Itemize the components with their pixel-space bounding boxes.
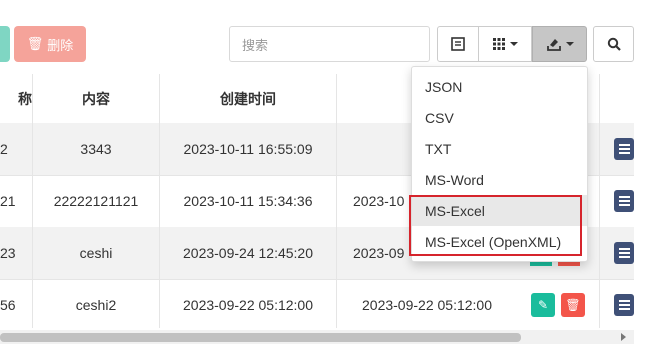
chevron-down-icon	[510, 42, 518, 46]
cell-content: 22222121121	[53, 193, 139, 209]
export-icon	[546, 39, 561, 51]
header-content[interactable]: 内容	[33, 74, 159, 123]
row-detail-button[interactable]	[614, 227, 634, 279]
list-icon	[451, 37, 465, 51]
cell-updated: 2023-09-22 05:12:00	[362, 297, 492, 313]
scrollbar-thumb[interactable]	[0, 333, 521, 342]
cell-name: 2	[0, 141, 8, 157]
cell-name: 21	[0, 193, 16, 209]
trash-icon: 🗑	[26, 36, 44, 51]
menu-item-ms-word[interactable]: MS-Word	[412, 164, 587, 195]
pencil-icon: ✎	[537, 298, 549, 312]
search-icon	[607, 37, 621, 51]
list-icon	[614, 190, 634, 212]
row-detail-button[interactable]	[614, 175, 634, 227]
chevron-down-icon	[565, 42, 574, 46]
menu-item-txt[interactable]: TXT	[412, 133, 587, 164]
row-actions: ✎ 🗑	[528, 279, 588, 331]
delete-label: 删除	[47, 37, 74, 53]
column-divider	[336, 74, 337, 328]
cell-created: 2023-10-11 16:55:09	[183, 141, 313, 157]
search-button[interactable]	[593, 26, 634, 62]
column-divider	[159, 74, 160, 328]
header-name[interactable]: 称	[0, 74, 34, 123]
highlight-box	[409, 195, 582, 256]
search-input[interactable]: 搜索	[229, 26, 430, 62]
add-button-edge[interactable]	[0, 26, 10, 62]
list-icon	[614, 294, 634, 316]
row-detail-button[interactable]	[614, 123, 634, 175]
menu-item-json[interactable]: JSON	[412, 71, 587, 102]
cell-name: 23	[0, 245, 16, 261]
cell-content: ceshi	[79, 245, 113, 261]
column-divider	[32, 74, 33, 328]
header-created[interactable]: 创建时间	[160, 74, 336, 123]
cell-created: 2023-10-11 15:34:36	[183, 193, 313, 209]
list-icon	[614, 138, 634, 160]
columns-button[interactable]	[478, 26, 532, 62]
toggle-view-button[interactable]	[437, 26, 479, 62]
menu-item-csv[interactable]: CSV	[412, 102, 587, 133]
grid-icon	[493, 38, 505, 50]
cell-content: ceshi2	[75, 297, 117, 313]
delete-row-button[interactable]: 🗑	[561, 293, 585, 317]
cell-content: 3343	[80, 141, 112, 157]
table-row: 56 ceshi2 2023-09-22 05:12:00 2023-09-22…	[0, 279, 634, 332]
list-icon	[614, 242, 634, 264]
cell-created: 2023-09-24 12:45:20	[183, 245, 313, 261]
delete-button[interactable]: 🗑 删除	[14, 26, 86, 62]
edit-button[interactable]: ✎	[531, 293, 555, 317]
cell-name: 56	[0, 297, 16, 313]
trash-icon: 🗑	[565, 298, 581, 312]
cell-created: 2023-09-22 05:12:00	[183, 297, 313, 313]
scroll-right-arrow-icon[interactable]	[621, 333, 626, 341]
export-button[interactable]	[532, 26, 587, 62]
row-detail-button[interactable]	[614, 279, 634, 331]
search-placeholder: 搜索	[242, 37, 269, 53]
column-divider	[599, 74, 600, 328]
